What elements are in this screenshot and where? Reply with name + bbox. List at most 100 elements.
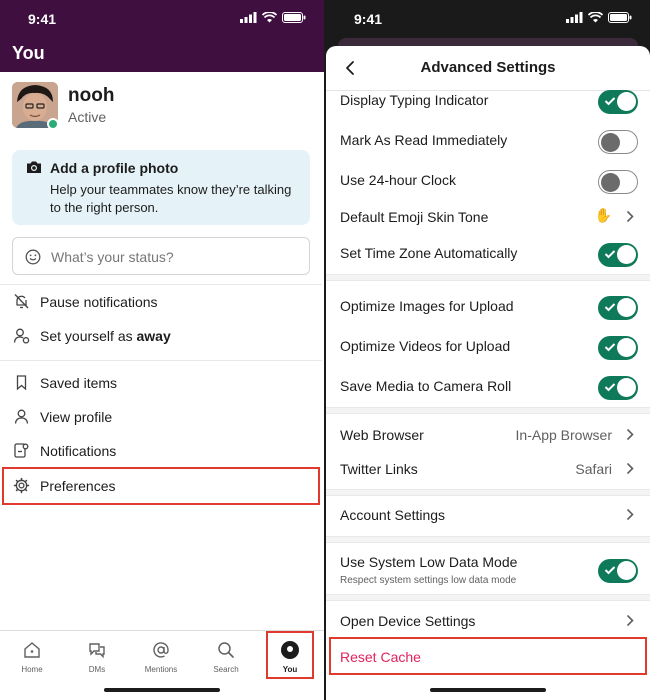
status-placeholder: What’s your status? — [51, 249, 174, 265]
pause-notifications-label: Pause notifications — [40, 294, 158, 310]
divider — [0, 360, 322, 361]
timezone-toggle[interactable] — [598, 243, 638, 267]
bookmark-icon — [16, 375, 27, 391]
tab-search-label: Search — [213, 665, 239, 674]
optimize-images-toggle[interactable] — [598, 296, 638, 320]
low-data-mode-label: Use System Low Data Mode — [340, 554, 518, 570]
signal-icon — [240, 12, 257, 23]
account-settings-row[interactable]: Account Settings — [326, 497, 650, 535]
page-title: You — [0, 36, 324, 72]
check-icon — [604, 303, 616, 312]
section-divider — [326, 407, 650, 414]
wifi-icon — [262, 12, 277, 23]
check-icon — [604, 383, 616, 392]
preferences-highlight — [2, 467, 320, 505]
dms-icon — [89, 643, 105, 659]
typing-indicator-toggle[interactable] — [598, 90, 638, 114]
mark-read-label: Mark As Read Immediately — [340, 132, 508, 148]
wifi-icon — [588, 12, 603, 23]
notification-settings-icon — [14, 443, 29, 458]
optimize-images-label: Optimize Images for Upload — [340, 298, 514, 314]
divider — [0, 284, 322, 285]
chevron-right-icon — [626, 614, 634, 627]
section-divider — [326, 594, 650, 601]
tab-dms[interactable]: DMs — [72, 639, 122, 674]
save-media-row: Save Media to Camera Roll — [326, 368, 650, 406]
sheet-title: Advanced Settings — [420, 59, 556, 76]
emoji-skin-tone-row[interactable]: Default Emoji Skin Tone ✋ — [326, 199, 650, 237]
save-media-label: Save Media to Camera Roll — [340, 378, 512, 394]
clock-24h-toggle[interactable] — [598, 170, 638, 194]
tab-mentions[interactable]: Mentions — [136, 639, 186, 674]
notifications-label: Notifications — [40, 443, 117, 459]
status-input[interactable]: What’s your status? — [12, 237, 310, 275]
twitter-links-row[interactable]: Twitter Links Safari — [326, 451, 650, 489]
home-icon — [24, 642, 40, 658]
you-tab-highlight — [266, 631, 314, 679]
timezone-row: Set Time Zone Automatically — [326, 235, 650, 273]
timezone-label: Set Time Zone Automatically — [340, 245, 518, 261]
optimize-videos-toggle[interactable] — [598, 336, 638, 360]
chevron-right-icon — [626, 210, 634, 223]
at-sign-icon — [153, 642, 169, 658]
optimize-images-row: Optimize Images for Upload — [326, 288, 650, 326]
signal-icon — [566, 12, 583, 23]
you-screen: 9:41 You nooh Active Add a profile photo — [0, 0, 324, 700]
typing-indicator-label: Display Typing Indicator — [340, 92, 489, 108]
saved-items-label: Saved items — [40, 375, 118, 391]
mark-read-toggle[interactable] — [598, 130, 638, 154]
smile-icon — [25, 249, 41, 265]
view-profile-label: View profile — [40, 409, 113, 425]
status-time: 9:41 — [354, 11, 383, 27]
user-icon — [14, 409, 29, 424]
low-data-mode-subtitle: Respect system settings low data mode — [340, 575, 517, 586]
web-browser-value: In-App Browser — [515, 427, 612, 443]
camera-icon — [27, 161, 41, 173]
set-away-bold: away — [136, 328, 171, 344]
add-profile-photo-card[interactable]: Add a profile photo Help your teammates … — [12, 150, 310, 225]
check-icon — [604, 97, 616, 106]
set-away-prefix: Set yourself as — [40, 328, 137, 344]
saved-items-item[interactable]: Saved items — [0, 368, 322, 398]
status-bar: 9:41 — [326, 0, 650, 36]
optimize-videos-row: Optimize Videos for Upload — [326, 328, 650, 366]
pause-notifications-item[interactable]: Pause notifications — [0, 287, 322, 317]
low-data-mode-row: Use System Low Data Mode Respect system … — [326, 544, 650, 592]
chevron-right-icon — [626, 508, 634, 521]
emoji-skin-tone-label: Default Emoji Skin Tone — [340, 209, 489, 225]
notifications-item[interactable]: Notifications — [0, 436, 322, 466]
mark-read-row: Mark As Read Immediately — [326, 122, 650, 160]
home-indicator — [104, 688, 220, 692]
account-settings-label: Account Settings — [340, 507, 446, 523]
check-icon — [604, 343, 616, 352]
tab-home[interactable]: Home — [7, 639, 57, 674]
twitter-links-label: Twitter Links — [340, 461, 418, 477]
twitter-links-value: Safari — [575, 461, 612, 477]
tab-search[interactable]: Search — [201, 639, 251, 674]
open-device-settings-row[interactable]: Open Device Settings — [326, 603, 650, 641]
search-icon — [218, 642, 234, 658]
battery-icon — [282, 12, 306, 23]
chevron-right-icon — [626, 428, 634, 441]
status-bar: 9:41 — [0, 0, 324, 36]
bell-off-icon — [14, 294, 29, 309]
home-indicator — [430, 688, 546, 692]
section-divider — [326, 274, 650, 281]
profile-summary[interactable]: nooh Active — [0, 72, 324, 142]
add-photo-description: Help your teammates know they’re talking… — [50, 182, 292, 215]
clock-24h-label: Use 24-hour Clock — [340, 172, 456, 188]
section-divider — [326, 536, 650, 543]
web-browser-row[interactable]: Web Browser In-App Browser — [326, 417, 650, 455]
check-icon — [604, 250, 616, 259]
view-profile-item[interactable]: View profile — [0, 402, 322, 432]
tab-dms-label: DMs — [88, 665, 106, 674]
save-media-toggle[interactable] — [598, 376, 638, 400]
advanced-settings-screen: 9:41 Advanced Settings Display Typing In… — [326, 0, 650, 700]
check-icon — [604, 566, 616, 575]
web-browser-label: Web Browser — [340, 427, 424, 443]
low-data-mode-toggle[interactable] — [598, 559, 638, 583]
set-away-item[interactable]: Set yourself as away — [0, 321, 322, 351]
tab-mentions-label: Mentions — [144, 665, 178, 674]
status-icons — [566, 12, 632, 23]
presence-indicator — [47, 118, 59, 130]
